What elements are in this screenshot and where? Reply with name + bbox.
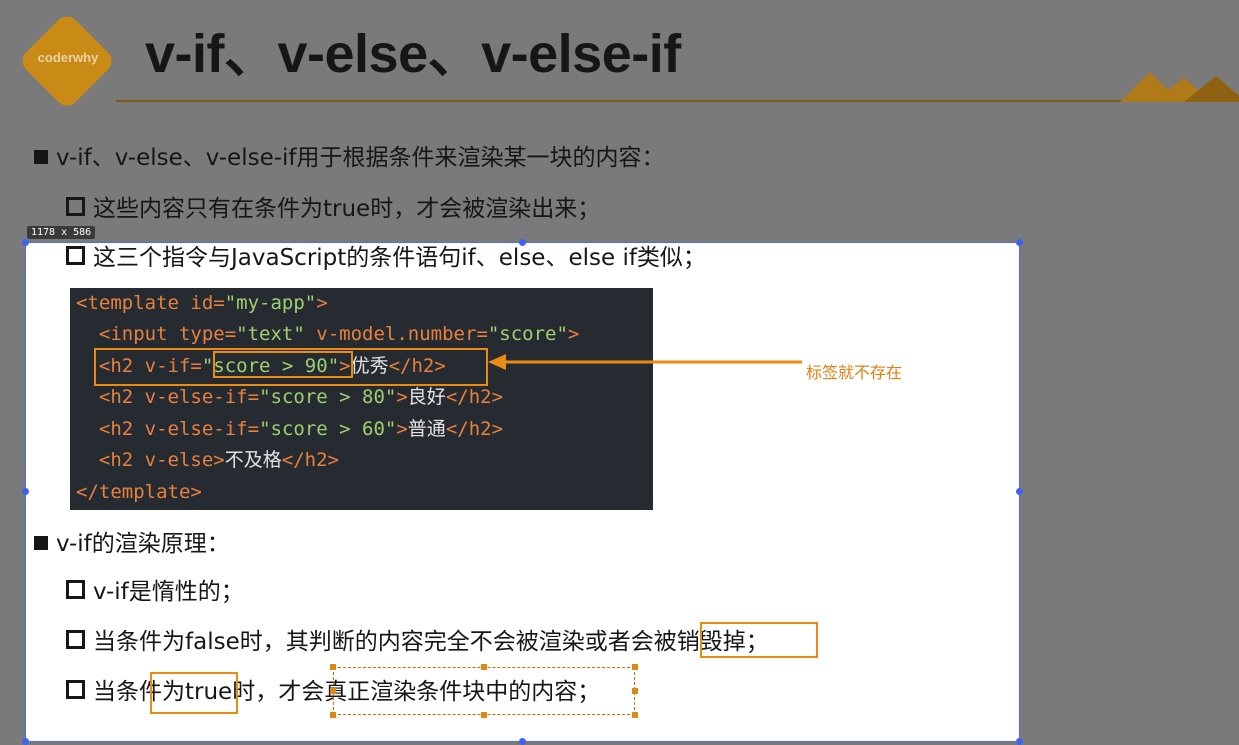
resize-handle-bottom-left[interactable]	[22, 738, 29, 745]
highlight-box-destroyed	[700, 622, 818, 658]
title-divider	[116, 100, 1126, 102]
code-line-2: <input type="text" v-model.number="score…	[98, 323, 580, 345]
draw-handle-bottom-right[interactable]	[632, 712, 638, 718]
draw-handle-right[interactable]	[632, 688, 638, 694]
hollow-square-bullet-icon	[66, 680, 85, 699]
bullet-1-2: 这三个指令与JavaScript的条件语句if、else、else if类似；	[66, 243, 706, 273]
draw-handle-bottom-left[interactable]	[330, 712, 336, 718]
bullet-1: v-if、v-else、v-else-if用于根据条件来渲染某一块的内容：	[34, 143, 665, 173]
drawing-selection-box[interactable]	[333, 667, 635, 715]
annotation-note: 标签就不存在	[806, 363, 903, 382]
code-line-5: <h2 v-else-if="score > 60">普通</h2>	[98, 418, 504, 440]
annotation-arrow-icon	[488, 354, 802, 370]
bullet-1-1-text: 这些内容只有在条件为true时，才会被渲染出来；	[93, 196, 601, 222]
bullet-1-text: v-if、v-else、v-else-if用于根据条件来渲染某一块的内容：	[56, 145, 665, 171]
resize-handle-top-left[interactable]	[22, 239, 29, 246]
bullet-1-2-text: 这三个指令与JavaScript的条件语句if、else、else if类似；	[93, 245, 706, 271]
draw-handle-left[interactable]	[330, 688, 336, 694]
bullet-2-1-text: v-if是惰性的；	[93, 579, 244, 605]
bullet-2-text: v-if的渲染原理：	[56, 531, 230, 557]
code-line-4: <h2 v-else-if="score > 80">良好</h2>	[98, 386, 504, 408]
resize-handle-right[interactable]	[1016, 488, 1023, 495]
resize-handle-left[interactable]	[22, 488, 29, 495]
hollow-square-bullet-icon	[66, 197, 85, 216]
bullet-2-2: 当条件为false时，其判断的内容完全不会被渲染或者会被销毁掉；	[66, 627, 769, 657]
bullet-1-1: 这些内容只有在条件为true时，才会被渲染出来；	[66, 194, 600, 224]
mountain-decoration-icon	[1120, 72, 1239, 102]
resize-handle-bottom-right[interactable]	[1016, 738, 1023, 745]
code-line-7: </template>	[76, 481, 202, 503]
resize-handle-bottom[interactable]	[519, 738, 526, 745]
filled-square-bullet-icon	[34, 536, 48, 550]
code-line-1: <template id="my-app">	[76, 292, 328, 314]
highlight-box-true	[150, 672, 238, 714]
draw-handle-top-left[interactable]	[330, 664, 336, 670]
bullet-2: v-if的渲染原理：	[34, 529, 230, 559]
hollow-square-bullet-icon	[66, 630, 85, 649]
draw-handle-top-right[interactable]	[632, 664, 638, 670]
bullet-2-2-text: 当条件为false时，其判断的内容完全不会被渲染或者会	[93, 629, 654, 655]
code-line-6: <h2 v-else>不及格</h2>	[98, 449, 339, 471]
selection-size-label: 1178 x 586	[27, 226, 96, 239]
bullet-2-1: v-if是惰性的；	[66, 577, 244, 607]
draw-handle-top[interactable]	[481, 664, 487, 670]
highlight-box-condition	[213, 351, 353, 378]
resize-handle-top-right[interactable]	[1016, 239, 1023, 246]
logo-text: coderwhy	[37, 50, 99, 65]
slide-title: v-if、v-else、v-else-if	[145, 24, 681, 84]
hollow-square-bullet-icon	[66, 580, 85, 599]
draw-handle-bottom[interactable]	[481, 712, 487, 718]
filled-square-bullet-icon	[34, 150, 48, 164]
hollow-square-bullet-icon	[66, 246, 85, 265]
